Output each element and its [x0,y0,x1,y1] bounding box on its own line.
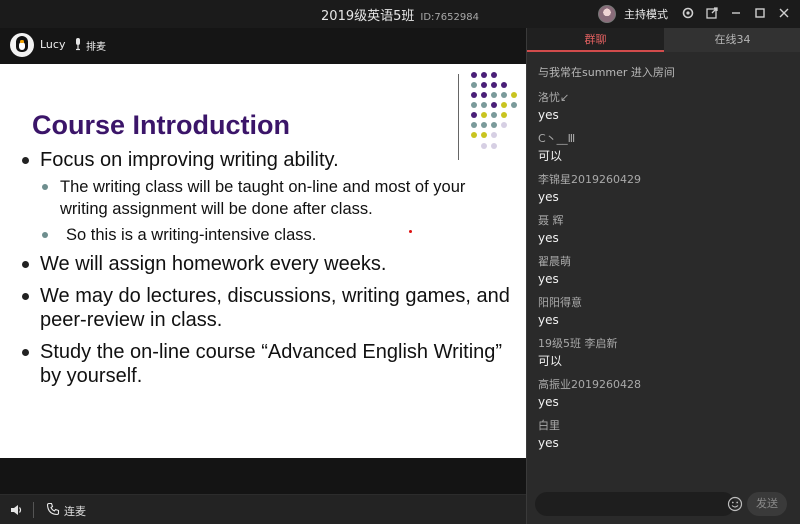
message-text: yes [538,272,559,286]
message-text: yes [538,231,559,245]
chat-message: 阳阳得意 yes [538,295,800,329]
user-bar: Lucy 排麦 [0,28,526,64]
chat-message: 聂 辉 yes [538,213,800,247]
user-name: Lucy [40,38,66,51]
slide-bullet-list: Focus on improving writing ability. The … [20,148,510,392]
tab-online-users[interactable]: 在线34 [664,28,800,52]
presentation-slide: Course Introduction Focus on improving w… [0,64,526,458]
chat-panel: 群聊 在线34 与我常在summer 进入房间 洛忧↙ yes C丶__Ⅲ 可以… [526,28,800,524]
toolbar-divider [33,502,34,518]
chat-input-bar: 发送 [527,484,800,524]
share-icon[interactable] [704,6,720,22]
chat-message-list[interactable]: 与我常在summer 进入房间 洛忧↙ yes C丶__Ⅲ 可以 李锦星2019… [527,52,800,484]
sender-name: 聂 辉 [538,214,564,227]
sender-name: C丶__Ⅲ [538,132,576,145]
host-mode-label[interactable]: 主持模式 [624,6,668,22]
slide-bottom-gap [0,458,526,494]
bullet-item: Study the on-line course “Advanced Engli… [20,340,510,388]
maximize-icon[interactable] [752,6,768,22]
chat-message: 李锦星2019260429 yes [538,172,800,206]
host-avatar[interactable] [598,5,616,23]
chat-message: C丶__Ⅲ 可以 [538,131,800,165]
queue-mic-button[interactable]: 排麦 [86,38,106,53]
live-classroom-app: 2019级英语5班 ID:7652984 主持模式 Lucy 排麦 Course… [0,0,800,524]
chat-message: 洛忧↙ yes [538,90,800,124]
penguin-beak [20,40,24,43]
sender-name: 翟晨萌 [538,255,571,268]
message-text: yes [538,436,559,450]
sender-name: 白里 [538,419,560,432]
connect-mic-button[interactable]: 连麦 [64,503,86,519]
user-avatar[interactable] [10,33,34,57]
room-id: ID:7652984 [420,12,479,23]
chat-message: 翟晨萌 yes [538,254,800,288]
bullet-item: Focus on improving writing ability. [20,148,510,172]
system-message: 与我常在summer 进入房间 [538,66,675,79]
message-text: yes [538,395,559,409]
bullet-item: We will assign homework every weeks. [20,252,510,276]
sender-name: 阳阳得意 [538,296,582,309]
message-text: yes [538,108,559,122]
chat-message: 白里 yes [538,418,800,452]
message-text: yes [538,313,559,327]
penguin-belly [19,42,25,50]
chat-input[interactable] [535,492,735,516]
emoji-icon[interactable] [727,496,743,512]
tab-group-chat[interactable]: 群聊 [527,28,664,52]
chat-message: 19级5班 李启新 可以 [538,336,800,370]
title-bar: 2019级英语5班 ID:7652984 主持模式 [0,0,800,28]
speaker-icon[interactable] [9,503,23,517]
class-name: 2019级英语5班 [321,9,415,24]
minimize-icon[interactable] [728,6,744,22]
message-text: 可以 [538,354,563,368]
sub-bullet-item: The writing class will be taught on-line… [20,176,480,220]
chat-message: 高振业2019260428 yes [538,377,800,411]
message-text: 可以 [538,149,563,163]
message-text: yes [538,190,559,204]
laser-pointer [409,230,412,233]
bottom-toolbar: 连麦 [0,494,526,524]
mic-icon[interactable] [73,37,83,51]
gear-icon[interactable] [680,6,696,22]
sub-bullet-item: So this is a writing-intensive class. [20,224,480,246]
bullet-item: We may do lectures, discussions, writing… [20,284,510,332]
title-bar-controls: 主持模式 [598,4,792,24]
chat-tabs: 群聊 在线34 [527,28,800,52]
slide-title: Course Introduction [32,110,290,140]
sender-name: 洛忧↙ [538,91,570,104]
phone-icon[interactable] [46,502,60,516]
close-icon[interactable] [776,6,792,22]
sender-name: 19级5班 李启新 [538,337,618,350]
sender-name: 高振业2019260428 [538,378,641,391]
send-button[interactable]: 发送 [747,492,787,516]
sender-name: 李锦星2019260429 [538,173,641,186]
decorative-dot-grid [471,72,517,149]
